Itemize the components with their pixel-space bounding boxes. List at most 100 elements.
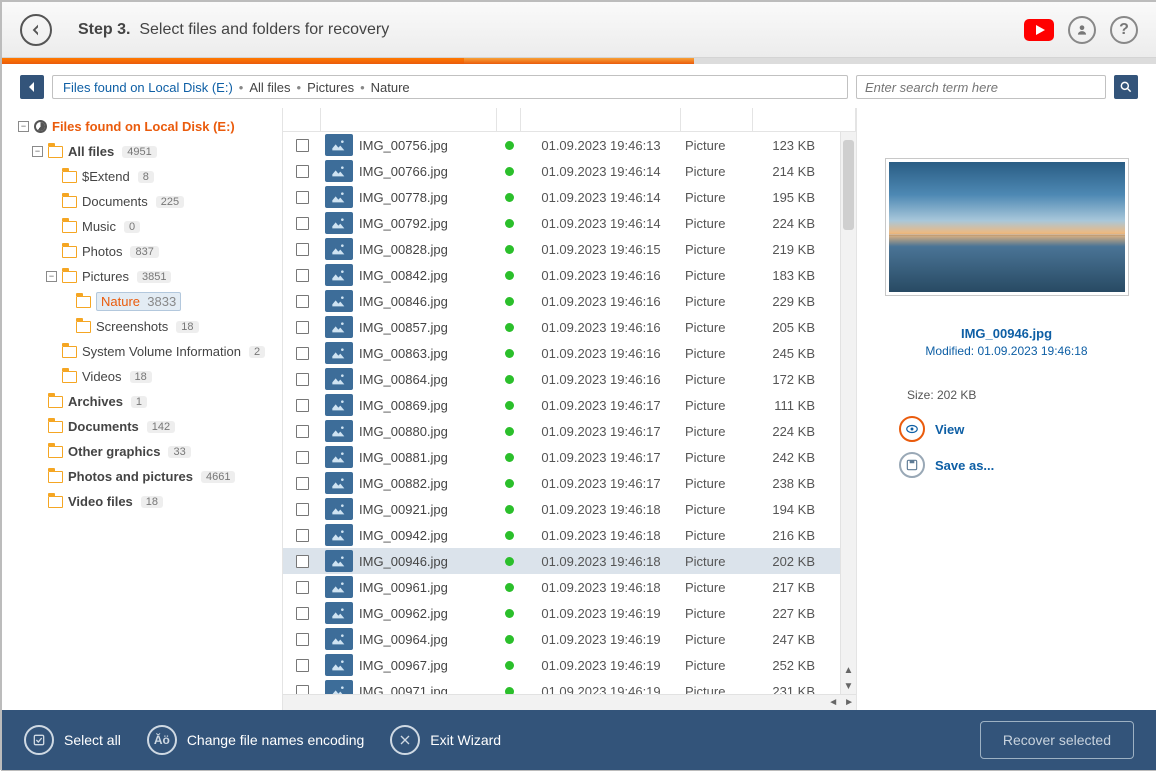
tree-item[interactable]: Archives1: [32, 389, 276, 414]
row-checkbox[interactable]: [296, 243, 309, 256]
file-row[interactable]: IMG_00756.jpg01.09.2023 19:46:13Picture1…: [283, 132, 856, 158]
file-date: 01.09.2023 19:46:18: [521, 528, 681, 543]
row-checkbox[interactable]: [296, 685, 309, 695]
file-row[interactable]: IMG_00962.jpg01.09.2023 19:46:19Picture2…: [283, 600, 856, 626]
breadcrumb[interactable]: Files found on Local Disk (E:) • All fil…: [52, 75, 848, 99]
tree-item[interactable]: Music0: [46, 214, 276, 239]
tree-item[interactable]: Video files18: [32, 489, 276, 514]
row-checkbox[interactable]: [296, 477, 309, 490]
row-checkbox[interactable]: [296, 633, 309, 646]
tree-count: 142: [147, 421, 175, 433]
tree-item[interactable]: Screenshots18: [60, 314, 276, 339]
file-type: Picture: [681, 242, 753, 257]
vertical-scrollbar[interactable]: ▲ ▼: [840, 132, 856, 694]
tree-item[interactable]: Documents225: [46, 189, 276, 214]
status-dot-icon: [505, 401, 514, 410]
recover-selected-button[interactable]: Recover selected: [980, 721, 1134, 759]
file-row[interactable]: IMG_00882.jpg01.09.2023 19:46:17Picture2…: [283, 470, 856, 496]
change-encoding-button[interactable]: Ăö Change file names encoding: [147, 725, 364, 755]
exit-wizard-button[interactable]: Exit Wizard: [390, 725, 501, 755]
horizontal-scrollbar[interactable]: ◄►: [283, 694, 856, 710]
row-checkbox[interactable]: [296, 659, 309, 672]
file-name: IMG_00971.jpg: [357, 684, 497, 695]
scroll-up-icon[interactable]: ▲: [841, 662, 856, 678]
tree-item[interactable]: Photos and pictures4661: [32, 464, 276, 489]
file-row[interactable]: IMG_00942.jpg01.09.2023 19:46:18Picture2…: [283, 522, 856, 548]
row-checkbox[interactable]: [296, 269, 309, 282]
crumb-1[interactable]: All files: [249, 80, 290, 95]
tree-item[interactable]: Nature 3833: [60, 289, 276, 314]
scroll-left-icon[interactable]: ◄: [828, 697, 838, 708]
row-checkbox[interactable]: [296, 581, 309, 594]
crumb-3[interactable]: Nature: [371, 80, 410, 95]
file-row[interactable]: IMG_00828.jpg01.09.2023 19:46:15Picture2…: [283, 236, 856, 262]
row-checkbox[interactable]: [296, 373, 309, 386]
save-as-button[interactable]: Save as...: [899, 452, 994, 478]
view-button[interactable]: View: [899, 416, 994, 442]
file-size: 231 KB: [753, 684, 823, 695]
tree-allfiles[interactable]: − All files 4951: [32, 139, 276, 164]
expander-icon[interactable]: −: [46, 271, 57, 282]
file-row[interactable]: IMG_00792.jpg01.09.2023 19:46:14Picture2…: [283, 210, 856, 236]
row-checkbox[interactable]: [296, 529, 309, 542]
row-checkbox[interactable]: [296, 425, 309, 438]
file-row[interactable]: IMG_00778.jpg01.09.2023 19:46:14Picture1…: [283, 184, 856, 210]
file-row[interactable]: IMG_00964.jpg01.09.2023 19:46:19Picture2…: [283, 626, 856, 652]
folder-tree[interactable]: − Files found on Local Disk (E:) − All f…: [2, 108, 282, 710]
row-checkbox[interactable]: [296, 217, 309, 230]
file-row[interactable]: IMG_00869.jpg01.09.2023 19:46:17Picture1…: [283, 392, 856, 418]
search-button[interactable]: [1114, 75, 1138, 99]
tree-item[interactable]: Documents142: [32, 414, 276, 439]
row-checkbox[interactable]: [296, 451, 309, 464]
scroll-thumb[interactable]: [843, 140, 854, 230]
tree-item[interactable]: −Pictures3851: [46, 264, 276, 289]
file-row[interactable]: IMG_00961.jpg01.09.2023 19:46:18Picture2…: [283, 574, 856, 600]
file-row[interactable]: IMG_00864.jpg01.09.2023 19:46:16Picture1…: [283, 366, 856, 392]
file-row[interactable]: IMG_00842.jpg01.09.2023 19:46:16Picture1…: [283, 262, 856, 288]
row-checkbox[interactable]: [296, 295, 309, 308]
row-checkbox[interactable]: [296, 607, 309, 620]
file-row[interactable]: IMG_00946.jpg01.09.2023 19:46:18Picture2…: [283, 548, 856, 574]
expander-icon[interactable]: −: [32, 146, 43, 157]
row-checkbox[interactable]: [296, 503, 309, 516]
file-row[interactable]: IMG_00971.jpg01.09.2023 19:46:19Picture2…: [283, 678, 856, 694]
expander-icon[interactable]: −: [18, 121, 29, 132]
row-checkbox[interactable]: [296, 139, 309, 152]
file-list-header[interactable]: [283, 108, 856, 132]
youtube-icon[interactable]: [1024, 19, 1054, 41]
status-dot-icon: [505, 167, 514, 176]
file-row[interactable]: IMG_00880.jpg01.09.2023 19:46:17Picture2…: [283, 418, 856, 444]
help-button[interactable]: ?: [1110, 16, 1138, 44]
crumb-back-button[interactable]: [20, 75, 44, 99]
row-checkbox[interactable]: [296, 165, 309, 178]
scroll-down-icon[interactable]: ▼: [841, 678, 856, 694]
account-button[interactable]: [1068, 16, 1096, 44]
row-checkbox[interactable]: [296, 191, 309, 204]
tree-item[interactable]: Videos18: [46, 364, 276, 389]
tree-item[interactable]: System Volume Information2: [46, 339, 276, 364]
row-checkbox[interactable]: [296, 399, 309, 412]
file-row[interactable]: IMG_00766.jpg01.09.2023 19:46:14Picture2…: [283, 158, 856, 184]
crumb-0[interactable]: Files found on Local Disk (E:): [63, 80, 233, 95]
search-input[interactable]: [856, 75, 1106, 99]
row-checkbox[interactable]: [296, 321, 309, 334]
file-row[interactable]: IMG_00881.jpg01.09.2023 19:46:17Picture2…: [283, 444, 856, 470]
tree-label: Documents: [82, 194, 148, 209]
tree-item[interactable]: Photos837: [46, 239, 276, 264]
row-checkbox[interactable]: [296, 555, 309, 568]
select-all-button[interactable]: Select all: [24, 725, 121, 755]
file-row[interactable]: IMG_00967.jpg01.09.2023 19:46:19Picture2…: [283, 652, 856, 678]
file-row[interactable]: IMG_00863.jpg01.09.2023 19:46:16Picture2…: [283, 340, 856, 366]
back-button[interactable]: [20, 14, 52, 46]
tree-item[interactable]: Other graphics33: [32, 439, 276, 464]
row-checkbox[interactable]: [296, 347, 309, 360]
file-row[interactable]: IMG_00921.jpg01.09.2023 19:46:18Picture1…: [283, 496, 856, 522]
tree-root[interactable]: − Files found on Local Disk (E:): [18, 114, 276, 139]
file-row[interactable]: IMG_00846.jpg01.09.2023 19:46:16Picture2…: [283, 288, 856, 314]
preview-thumbnail[interactable]: [885, 158, 1129, 296]
tree-count: 18: [130, 371, 152, 383]
scroll-right-icon[interactable]: ►: [844, 697, 854, 708]
file-row[interactable]: IMG_00857.jpg01.09.2023 19:46:16Picture2…: [283, 314, 856, 340]
tree-item[interactable]: $Extend8: [46, 164, 276, 189]
crumb-2[interactable]: Pictures: [307, 80, 354, 95]
